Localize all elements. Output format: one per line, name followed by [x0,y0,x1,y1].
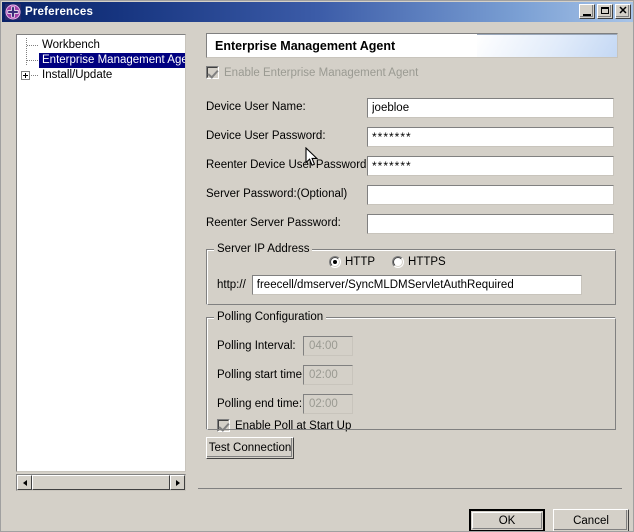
scroll-left-icon[interactable] [17,475,32,490]
enable-poll-row[interactable]: Enable Poll at Start Up [217,419,351,432]
footer-divider [198,488,622,489]
preferences-diamond-icon [5,4,21,20]
polling-interval-label: Polling Interval: [217,340,296,352]
window-title: Preferences [25,6,94,18]
server-ip-address-group-title: Server IP Address [214,243,313,255]
https-radio-label: HTTPS [408,256,446,268]
reenter-server-password-input[interactable] [367,214,614,234]
preferences-tree[interactable]: Workbench Enterprise Management Agent In… [16,34,186,472]
polling-configuration-group-title: Polling Configuration [214,311,327,323]
http-radio[interactable] [329,256,341,268]
server-password-input[interactable] [367,185,614,205]
polling-interval-input[interactable] [303,336,353,356]
reenter-server-password-label: Reenter Server Password: [206,217,341,229]
server-password-row: Server Password:(Optional) [206,185,614,206]
minimize-icon[interactable] [579,4,595,19]
enable-poll-checkbox[interactable] [217,419,230,432]
https-radio[interactable] [392,256,405,268]
scrollbar-thumb[interactable] [32,475,170,490]
expand-plus-icon[interactable] [21,71,30,80]
sidebar-item-install-update[interactable]: Install/Update [17,68,185,83]
protocol-prefix-label: http:// [217,279,246,291]
ok-button-label: OK [472,512,542,529]
cancel-button[interactable]: Cancel [553,509,629,531]
device-user-password-label: Device User Password: [206,130,326,142]
reenter-device-user-password-row: Reenter Device User Password: [206,156,614,177]
server-url-input[interactable] [251,275,582,295]
device-user-name-row: Device User Name: [206,98,614,119]
scroll-right-icon[interactable] [170,475,185,490]
reenter-device-user-password-label: Reenter Device User Password: [206,159,370,171]
ok-button[interactable]: OK [469,509,545,531]
sidebar-item-label: Workbench [42,39,100,51]
preferences-dialog: Preferences ✕ Workbench Enterprise Manag… [0,0,634,532]
polling-start-time-label: Polling start time: [217,369,306,381]
polling-end-time-input[interactable] [303,394,353,414]
page-title-banner: Enterprise Management Agent [206,33,618,58]
enable-poll-label: Enable Poll at Start Up [235,419,352,432]
banner-gradient [477,34,617,57]
polling-configuration-group: Polling Configuration Polling Interval: … [206,311,616,432]
server-ip-address-group: Server IP Address HTTP HTTPS http:// [206,243,616,305]
scrollbar-track[interactable] [32,475,170,490]
device-user-password-input[interactable] [367,127,614,147]
close-icon[interactable]: ✕ [615,4,631,19]
polling-end-time-label: Polling end time: [217,398,303,410]
protocol-radio-group: HTTP HTTPS [329,256,446,268]
banner-divider [477,34,617,35]
enable-agent-checkbox[interactable] [206,66,219,79]
http-radio-label: HTTP [345,256,376,268]
server-password-label: Server Password:(Optional) [206,188,348,200]
dialog-content: Workbench Enterprise Management Agent In… [2,22,633,531]
sidebar-item-label: Enterprise Management Agent [39,53,185,68]
window-controls: ✕ [579,4,631,19]
sidebar-item-enterprise-management-agent[interactable]: Enterprise Management Agent [17,53,185,68]
preference-page: Enterprise Management Agent Enable Enter… [198,22,629,531]
reenter-device-user-password-input[interactable] [367,156,614,176]
sidebar-item-label: Install/Update [42,69,113,81]
polling-start-time-input[interactable] [303,365,353,385]
tree-branch-icon [27,60,38,61]
maximize-icon[interactable] [597,4,613,19]
enable-agent-row[interactable]: Enable Enterprise Management Agent [206,66,418,79]
server-url-row: http:// [217,275,582,295]
sidebar-item-workbench[interactable]: Workbench [17,38,185,53]
device-user-password-row: Device User Password: [206,127,614,148]
title-bar[interactable]: Preferences ✕ [2,2,633,22]
tree-horizontal-scrollbar[interactable] [16,474,186,491]
device-user-name-label: Device User Name: [206,101,306,113]
tree-branch-icon [31,75,38,76]
device-user-name-input[interactable] [367,98,614,118]
page-title: Enterprise Management Agent [215,39,396,53]
enable-agent-label: Enable Enterprise Management Agent [224,66,419,79]
reenter-server-password-row: Reenter Server Password: [206,214,614,235]
tree-branch-icon [27,45,38,46]
test-connection-button[interactable]: Test Connection [206,437,294,459]
